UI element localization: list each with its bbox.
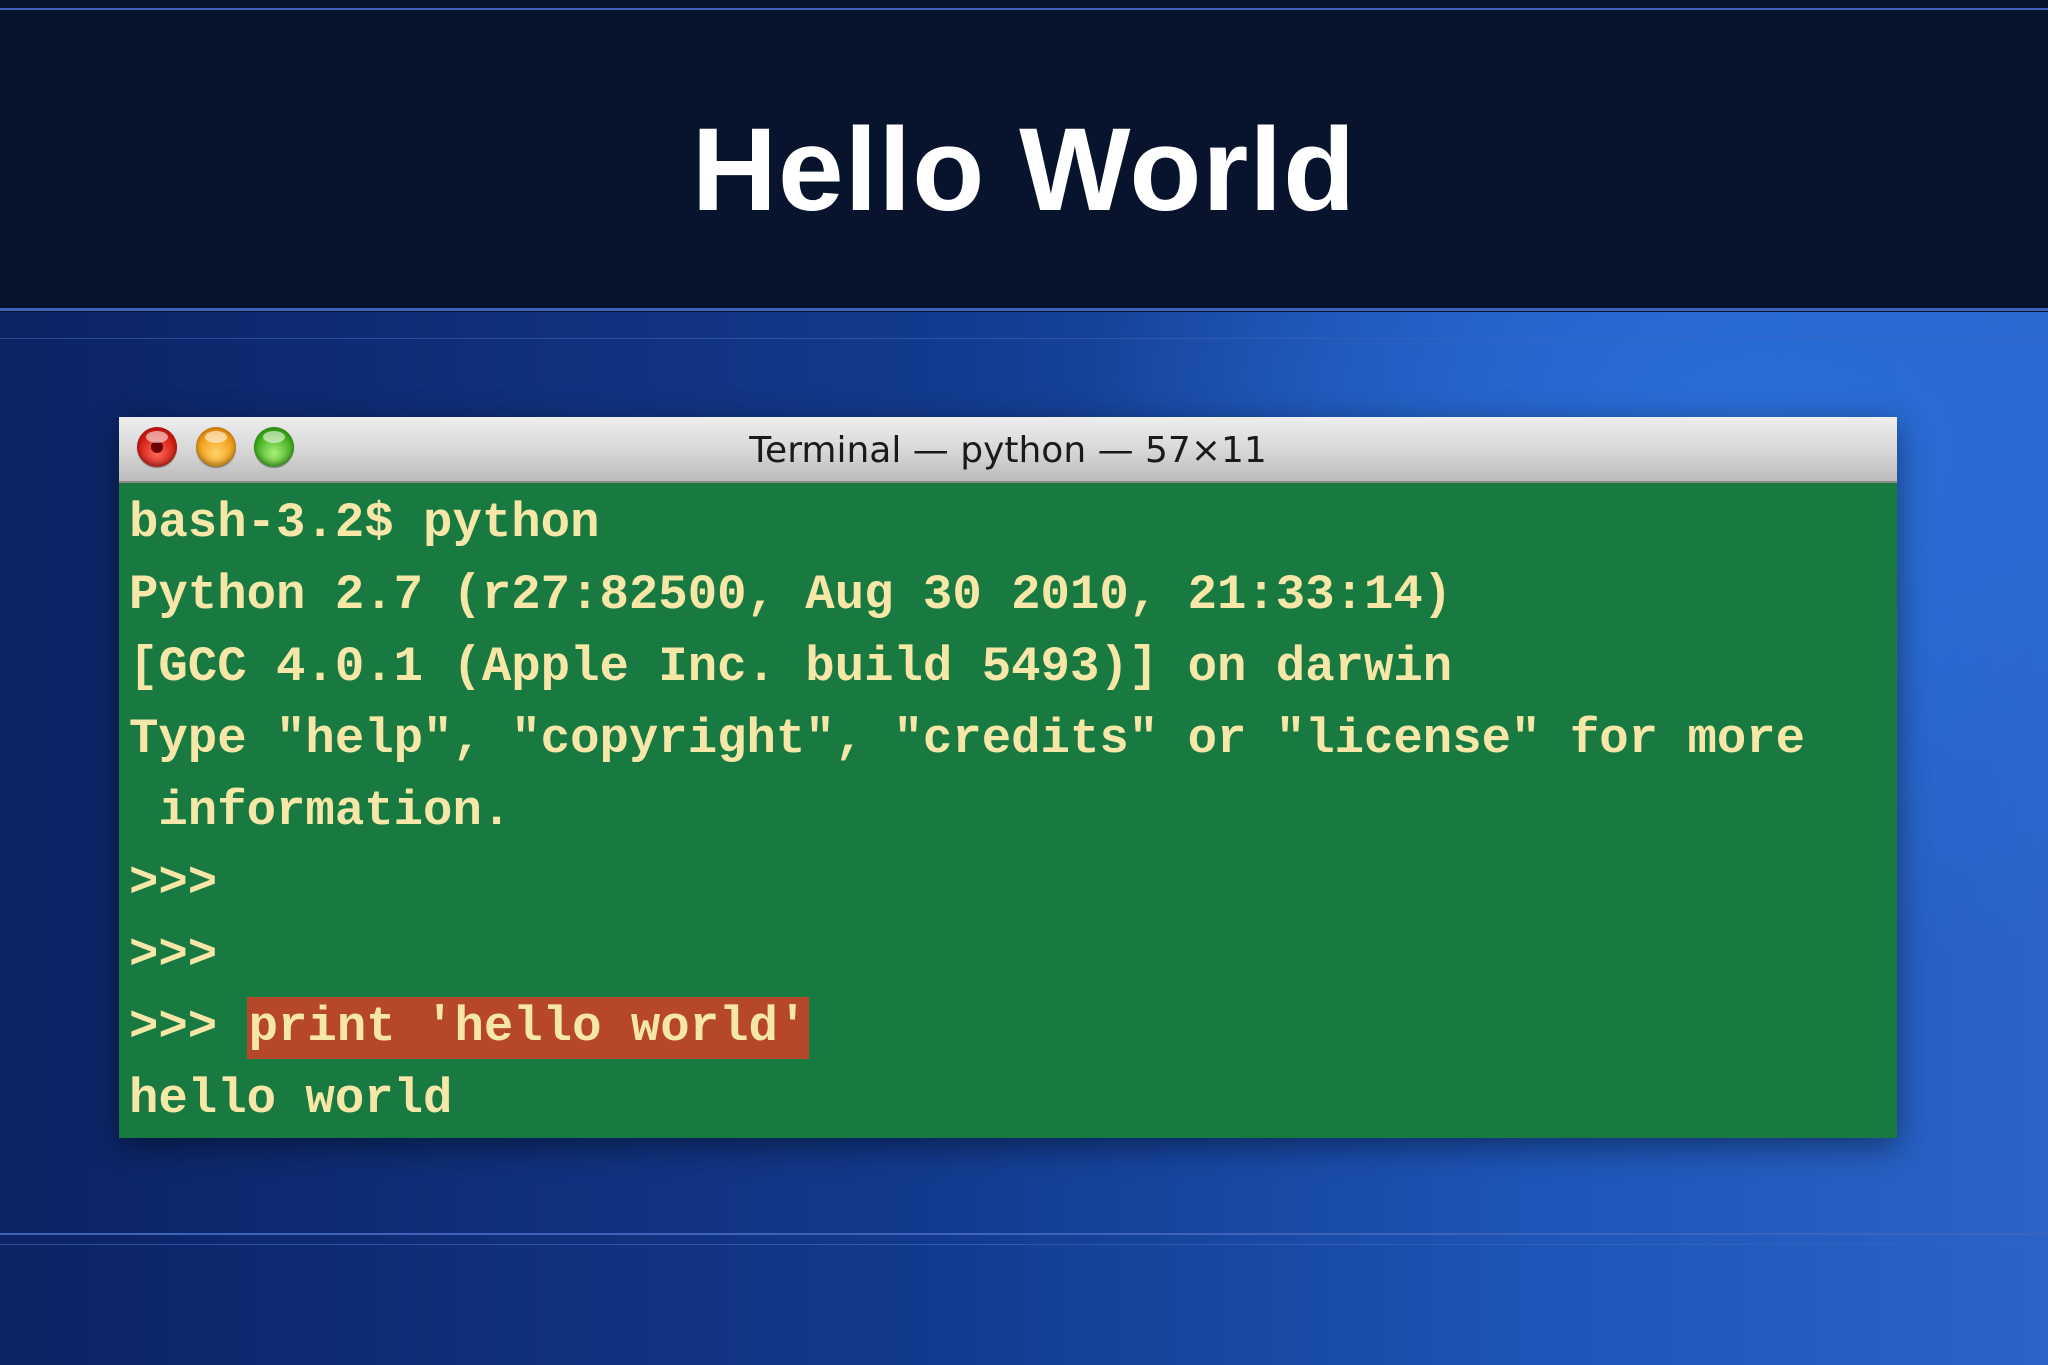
divider-line-footer [0, 1233, 2048, 1235]
terminal-line: bash-3.2$ python [129, 495, 600, 551]
divider-line-footer-thin [0, 1244, 2048, 1245]
terminal-line: >>> [129, 927, 218, 983]
terminal-line: Python 2.7 (r27:82500, Aug 30 2010, 21:3… [129, 567, 1453, 623]
terminal-line: Type "help", "copyright", "credits" or "… [129, 711, 1806, 767]
terminal-titlebar[interactable]: Terminal — python — 57×11 [119, 417, 1897, 483]
slide-title: Hello World [691, 104, 1357, 236]
divider-line-header [0, 308, 2048, 311]
terminal-line: >>> [129, 855, 218, 911]
terminal-command-line: >>> print 'hello world' [129, 997, 810, 1059]
highlighted-command[interactable]: print 'hello world' [246, 997, 810, 1059]
command-output: hello world [129, 1071, 453, 1127]
terminal-line: information. [129, 783, 512, 839]
divider-line-top [0, 8, 2048, 10]
python-prompt: >>> [129, 999, 247, 1055]
window-title: Terminal — python — 57×11 [749, 430, 1267, 471]
terminal-line: [GCC 4.0.1 (Apple Inc. build 5493)] on d… [129, 639, 1453, 695]
terminal-window[interactable]: Terminal — python — 57×11 bash-3.2$ pyth… [119, 417, 1897, 1138]
terminal-output[interactable]: bash-3.2$ python Python 2.7 (r27:82500, … [119, 483, 1897, 1138]
divider-line-header-thin [0, 338, 2048, 339]
